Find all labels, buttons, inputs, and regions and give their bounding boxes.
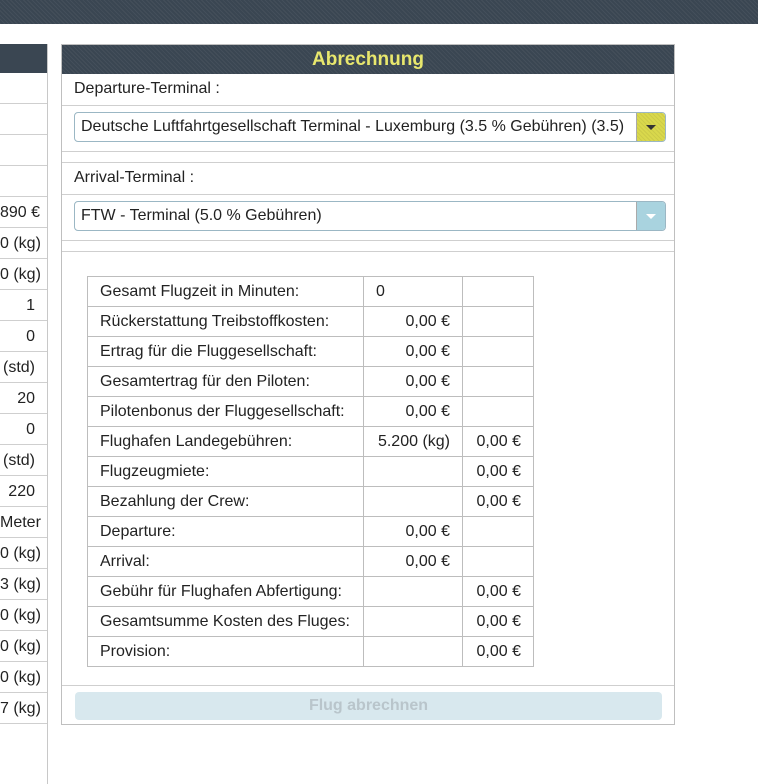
row-label: Arrival: <box>87 546 364 577</box>
table-row: Gesamt Flugzeit in Minuten: 0 <box>87 276 534 307</box>
table-row: Rückerstattung Treibstoffkosten: 0,00 € <box>87 306 534 337</box>
row-label: Pilotenbonus der Fluggesellschaft: <box>87 396 364 427</box>
row-value: 0,00 € <box>363 306 463 337</box>
left-row <box>0 135 47 166</box>
left-row-value: Meter <box>0 507 47 538</box>
table-row: Provision: 0,00 € <box>87 636 534 667</box>
table-row: Pilotenbonus der Fluggesellschaft: 0,00 € <box>87 396 534 427</box>
row-cost <box>462 516 534 547</box>
left-panel-header <box>0 44 47 73</box>
row-cost <box>462 306 534 337</box>
table-row: Flughafen Landegebühren: 5.200 (kg) 0,00 € <box>87 426 534 457</box>
arrival-terminal-value: FTW - Terminal (5.0 % Gebühren) <box>81 207 322 224</box>
divider <box>62 194 674 195</box>
row-value: 0,00 € <box>363 546 463 577</box>
row-label: Gesamtsumme Kosten des Fluges: <box>87 606 364 637</box>
chevron-down-icon <box>646 125 656 130</box>
departure-terminal-select[interactable]: Deutsche Luftfahrtgesellschaft Terminal … <box>74 112 666 142</box>
row-label: Provision: <box>87 636 364 667</box>
table-row: Gesamtsumme Kosten des Fluges: 0,00 € <box>87 606 534 637</box>
row-cost: 0,00 € <box>462 606 534 637</box>
row-cost <box>462 276 534 307</box>
left-row-value: 0 (kg) <box>0 538 47 569</box>
row-value: 0,00 € <box>363 336 463 367</box>
left-row-value: 890 € <box>0 197 47 228</box>
left-row <box>0 73 47 104</box>
divider <box>62 151 674 152</box>
left-row-value: 0 (kg) <box>0 228 47 259</box>
divider <box>62 251 674 252</box>
left-row-value: 220 <box>0 476 47 507</box>
row-cost: 0,00 € <box>462 456 534 487</box>
left-row-value: 0 <box>0 414 47 445</box>
left-panel: 890 €0 (kg) 0 (kg) 1 0 (std) 20 0 (std) 220 Meter… <box>0 44 48 784</box>
divider <box>62 685 674 686</box>
left-row-value: (std) <box>0 352 47 383</box>
row-label: Flughafen Landegebühren: <box>87 426 364 457</box>
row-value <box>363 576 463 607</box>
row-value <box>363 456 463 487</box>
submit-flight-button[interactable]: Flug abrechnen <box>75 692 662 720</box>
table-row: Departure: 0,00 € <box>87 516 534 547</box>
top-bar <box>0 0 758 24</box>
row-cost: 0,00 € <box>462 576 534 607</box>
dropdown-button[interactable] <box>636 113 665 141</box>
row-label: Departure: <box>87 516 364 547</box>
row-value: 5.200 (kg) <box>363 426 463 457</box>
row-value: 0,00 € <box>363 396 463 427</box>
divider <box>62 240 674 241</box>
left-row-value: 7 (kg) <box>0 693 47 724</box>
panel-title: Abrechnung <box>62 45 674 74</box>
left-row-value: 3 (kg) <box>0 569 47 600</box>
row-cost: 0,00 € <box>462 426 534 457</box>
table-row: Gebühr für Flughafen Abfertigung: 0,00 € <box>87 576 534 607</box>
left-row-value: 0 <box>0 321 47 352</box>
row-value <box>363 606 463 637</box>
billing-table: Gesamt Flugzeit in Minuten: 0 Rückerstattu… <box>87 276 534 667</box>
row-label: Gesamtertrag für den Piloten: <box>87 366 364 397</box>
left-row-value: (std) <box>0 445 47 476</box>
row-cost <box>462 366 534 397</box>
left-row <box>0 166 47 197</box>
row-label: Bezahlung der Crew: <box>87 486 364 517</box>
left-row-value: 1 <box>0 290 47 321</box>
row-label: Flugzeugmiete: <box>87 456 364 487</box>
billing-panel: Abrechnung Departure-Terminal : Deutsche… <box>61 44 675 725</box>
dropdown-button[interactable] <box>636 202 665 230</box>
table-row: Bezahlung der Crew: 0,00 € <box>87 486 534 517</box>
row-cost: 0,00 € <box>462 486 534 517</box>
chevron-down-icon <box>646 214 656 219</box>
table-row: Arrival: 0,00 € <box>87 546 534 577</box>
row-value: 0,00 € <box>363 516 463 547</box>
arrival-terminal-label: Arrival-Terminal : <box>74 169 195 186</box>
row-value <box>363 636 463 667</box>
left-row-value: 0 (kg) <box>0 259 47 290</box>
row-cost <box>462 396 534 427</box>
divider <box>62 162 674 163</box>
row-value: 0,00 € <box>363 366 463 397</box>
left-row-value: 20 <box>0 383 47 414</box>
divider <box>62 105 674 106</box>
departure-terminal-label: Departure-Terminal : <box>74 80 220 97</box>
table-row: Ertrag für die Fluggesellschaft: 0,00 € <box>87 336 534 367</box>
table-row: Flugzeugmiete: 0,00 € <box>87 456 534 487</box>
row-label: Rückerstattung Treibstoffkosten: <box>87 306 364 337</box>
row-label: Ertrag für die Fluggesellschaft: <box>87 336 364 367</box>
row-cost <box>462 336 534 367</box>
arrival-terminal-select[interactable]: FTW - Terminal (5.0 % Gebühren) <box>74 201 666 231</box>
left-row <box>0 104 47 135</box>
left-row-value: 0 (kg) <box>0 631 47 662</box>
table-row: Gesamtertrag für den Piloten: 0,00 € <box>87 366 534 397</box>
left-row-value: 0 (kg) <box>0 600 47 631</box>
row-cost: 0,00 € <box>462 636 534 667</box>
row-label: Gesamt Flugzeit in Minuten: <box>87 276 364 307</box>
row-value: 0 <box>363 276 463 307</box>
row-cost <box>462 546 534 577</box>
departure-terminal-value: Deutsche Luftfahrtgesellschaft Terminal … <box>81 118 625 135</box>
row-label: Gebühr für Flughafen Abfertigung: <box>87 576 364 607</box>
left-row-value: 0 (kg) <box>0 662 47 693</box>
row-value <box>363 486 463 517</box>
